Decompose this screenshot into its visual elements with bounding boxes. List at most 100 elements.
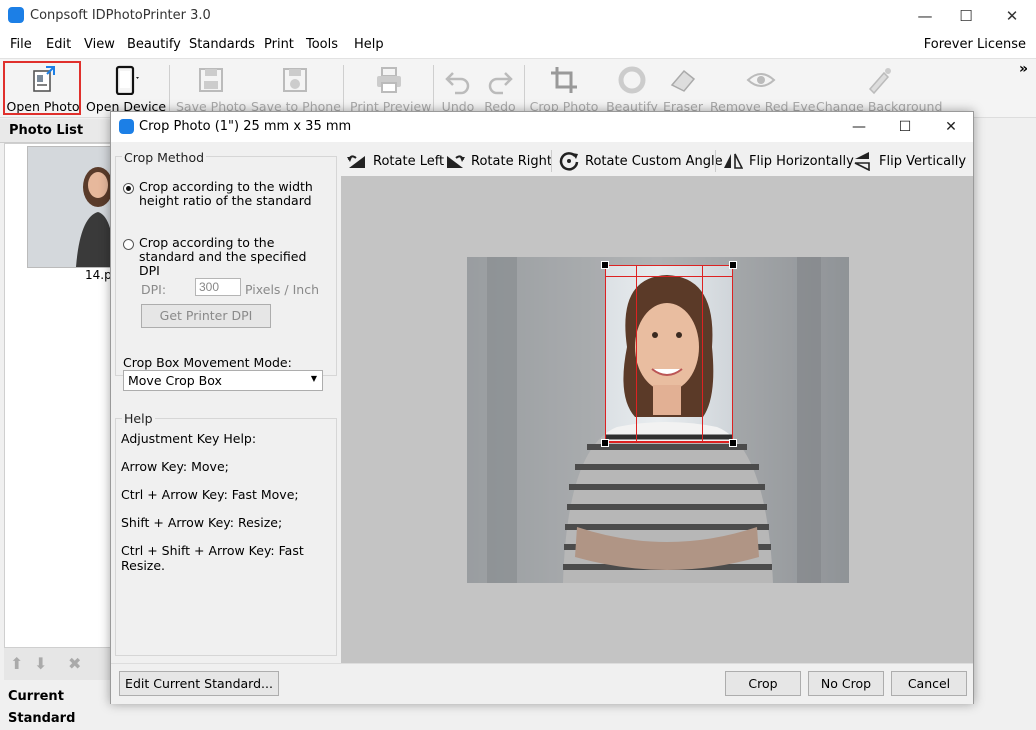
crop-tools-toolbar: Rotate Left Rotate Right Rotate Custom A… [341, 144, 973, 176]
current-standard-label: Current Standard [0, 686, 112, 726]
flip-vertical-icon [854, 152, 870, 171]
crop-canvas[interactable] [341, 176, 973, 663]
app-title-bar: Conpsoft IDPhotoPrinter 3.0 — ☐ ✕ [0, 0, 1036, 32]
crop-options-pane: Crop Method Crop according to the width … [113, 144, 339, 663]
dialog-footer: Edit Current Standard... Crop No Crop Ca… [111, 663, 973, 704]
dpi-label: DPI: [141, 282, 167, 297]
menu-bar: File Edit View Beautify Standards Print … [0, 32, 1036, 59]
dpi-input[interactable] [195, 278, 241, 296]
crop-method-title: Crop Method [122, 150, 207, 165]
move-up-icon[interactable]: ⬆ [10, 654, 23, 673]
help-group [115, 418, 337, 656]
eraser-icon [670, 69, 696, 92]
flip-horizontal-icon [724, 153, 743, 169]
dialog-close-button[interactable]: ✕ [931, 116, 971, 138]
crop-guide-line [702, 266, 703, 442]
help-line: Arrow Key: Move; [121, 459, 229, 474]
flip-horizontally-label: Flip Horizontally [749, 153, 854, 169]
menu-tools[interactable]: Tools [306, 37, 338, 52]
crop-guide-line [606, 276, 732, 277]
crop-photo-button[interactable]: Crop Photo [529, 59, 599, 117]
printer-icon [377, 67, 401, 93]
crop-handle-top-right[interactable] [729, 261, 737, 269]
rotate-custom-angle-button[interactable]: Rotate Custom Angle [559, 149, 723, 173]
menu-print[interactable]: Print [264, 37, 294, 52]
redo-icon [488, 72, 513, 95]
menu-standards[interactable]: Standards [189, 37, 255, 52]
movement-mode-select[interactable]: Move Crop Box ▼ [123, 370, 323, 391]
move-down-icon[interactable]: ⬇ [34, 654, 47, 673]
thumbnail-portrait [28, 147, 114, 267]
close-button[interactable]: ✕ [992, 4, 1032, 28]
toolbar-separator [433, 65, 434, 113]
menu-help[interactable]: Help [354, 37, 384, 52]
crop-toolbar-separator [551, 150, 552, 172]
cancel-button[interactable]: Cancel [891, 671, 967, 696]
open-device-button[interactable]: Open Device [86, 59, 166, 117]
crop-dpi-label[interactable]: Crop according to the standard and the s… [139, 236, 329, 278]
menu-file[interactable]: File [10, 37, 32, 52]
crop-ratio-label[interactable]: Crop according to the width height ratio… [139, 180, 329, 208]
crop-box[interactable] [605, 265, 733, 443]
crop-ratio-radio[interactable] [123, 183, 134, 194]
crop-toolbar-separator [715, 150, 716, 172]
crop-handle-bottom-right[interactable] [729, 439, 737, 447]
main-toolbar: Open Photo Open Device Save Photo Save t… [0, 59, 1036, 118]
dialog-maximize-button[interactable]: ☐ [885, 116, 925, 138]
photo-list-header: Photo List (Doul [0, 119, 112, 162]
crop-button[interactable]: Crop [725, 671, 801, 696]
dialog-logo-icon [119, 119, 134, 134]
crop-guide-line [606, 441, 732, 442]
no-crop-button[interactable]: No Crop [808, 671, 884, 696]
license-label: Forever License [923, 37, 1026, 52]
change-background-button[interactable]: Change Background [816, 59, 942, 117]
crop-handle-bottom-left[interactable] [601, 439, 609, 447]
redo-button[interactable]: Redo [480, 59, 520, 117]
help-line: Adjustment Key Help: [121, 431, 257, 446]
app-title: Conpsoft IDPhotoPrinter 3.0 [30, 8, 211, 23]
crop-guide-line [636, 266, 637, 442]
undo-icon [445, 72, 470, 95]
help-title: Help [122, 411, 155, 426]
dialog-title: Crop Photo (1") 25 mm x 35 mm [139, 119, 352, 134]
flip-vertically-label: Flip Vertically [879, 153, 967, 169]
menu-edit[interactable]: Edit [46, 37, 71, 52]
maximize-button[interactable]: ☐ [946, 4, 986, 28]
photo-thumbnail[interactable] [27, 146, 115, 268]
crop-handle-top-left[interactable] [601, 261, 609, 269]
save-photo-button[interactable]: Save Photo [176, 59, 246, 117]
eye-icon [746, 73, 776, 87]
beautify-icon [618, 66, 646, 94]
rotate-left-button[interactable]: Rotate Left [347, 149, 444, 173]
flip-vertically-button[interactable]: Flip Vertically [853, 149, 966, 173]
crop-dpi-radio[interactable] [123, 239, 134, 250]
minimize-button[interactable]: — [905, 4, 945, 28]
undo-button[interactable]: Undo [438, 59, 478, 117]
print-preview-button[interactable]: Print Preview [350, 59, 431, 117]
flip-horizontally-button[interactable]: Flip Horizontally [723, 149, 854, 173]
rotate-left-icon [347, 155, 365, 168]
delete-icon[interactable]: ✖ [68, 654, 81, 673]
remove-red-eye-button[interactable]: Remove Red Eye [710, 59, 815, 117]
phone-icon [115, 65, 139, 95]
crop-icon [551, 67, 577, 93]
photo-preview [467, 257, 849, 583]
save-to-phone-button[interactable]: Save to Phone [251, 59, 341, 117]
thumbnail-label: 14.p [85, 268, 112, 282]
right-panel [974, 119, 1036, 711]
dialog-minimize-button[interactable]: — [839, 116, 879, 138]
toolbar-separator [524, 65, 525, 113]
beautify-button[interactable]: Beautify [604, 59, 660, 117]
rotate-right-label: Rotate Right [471, 153, 552, 169]
edit-current-standard-button[interactable]: Edit Current Standard... [119, 671, 279, 696]
get-printer-dpi-button[interactable]: Get Printer DPI [141, 304, 271, 328]
crop-box-preview [606, 266, 732, 442]
menu-beautify[interactable]: Beautify [127, 37, 181, 52]
rotate-right-button[interactable]: Rotate Right [445, 149, 552, 173]
toolbar-overflow-button[interactable]: » [1019, 61, 1028, 77]
rotate-left-label: Rotate Left [373, 153, 445, 169]
menu-view[interactable]: View [84, 37, 115, 52]
rotate-custom-icon [559, 152, 579, 171]
eraser-button[interactable]: Eraser [660, 59, 706, 117]
toolbar-separator [343, 65, 344, 113]
